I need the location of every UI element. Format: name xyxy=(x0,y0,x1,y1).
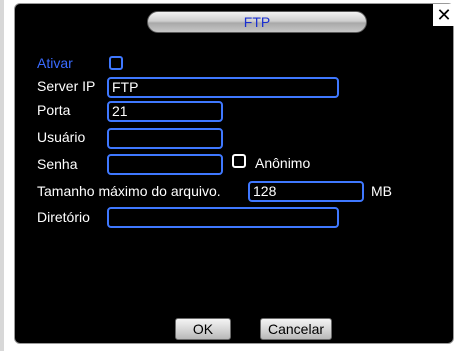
porta-label: Porta xyxy=(37,102,71,118)
anonimo-checkbox[interactable] xyxy=(232,154,246,168)
dialog-title: FTP xyxy=(147,11,367,33)
screen-edge xyxy=(0,0,4,351)
close-icon[interactable]: ✕ xyxy=(433,4,455,26)
usuario-input[interactable] xyxy=(107,128,223,149)
porta-input[interactable]: 21 xyxy=(107,101,223,122)
ativar-label: Ativar xyxy=(37,55,73,71)
server-ip-input[interactable]: FTP xyxy=(107,77,339,98)
senha-label: Senha xyxy=(37,156,78,172)
diretorio-label: Diretório xyxy=(37,209,90,225)
ativar-checkbox[interactable] xyxy=(109,56,123,70)
ftp-dialog: FTP Ativar Server IP FTP Porta 21 Usuári… xyxy=(14,3,454,344)
usuario-label: Usuário xyxy=(37,129,86,145)
ok-button[interactable]: OK xyxy=(175,318,231,340)
server-ip-label: Server IP xyxy=(37,78,96,94)
max-file-size-input[interactable]: 128 xyxy=(248,181,364,202)
max-file-size-label: Tamanho máximo do arquivo. xyxy=(37,183,221,199)
anonimo-label: Anônimo xyxy=(255,155,311,171)
cancel-button[interactable]: Cancelar xyxy=(260,318,332,340)
senha-input[interactable] xyxy=(107,154,223,175)
max-file-size-unit: MB xyxy=(371,183,392,199)
diretorio-input[interactable] xyxy=(107,207,339,228)
